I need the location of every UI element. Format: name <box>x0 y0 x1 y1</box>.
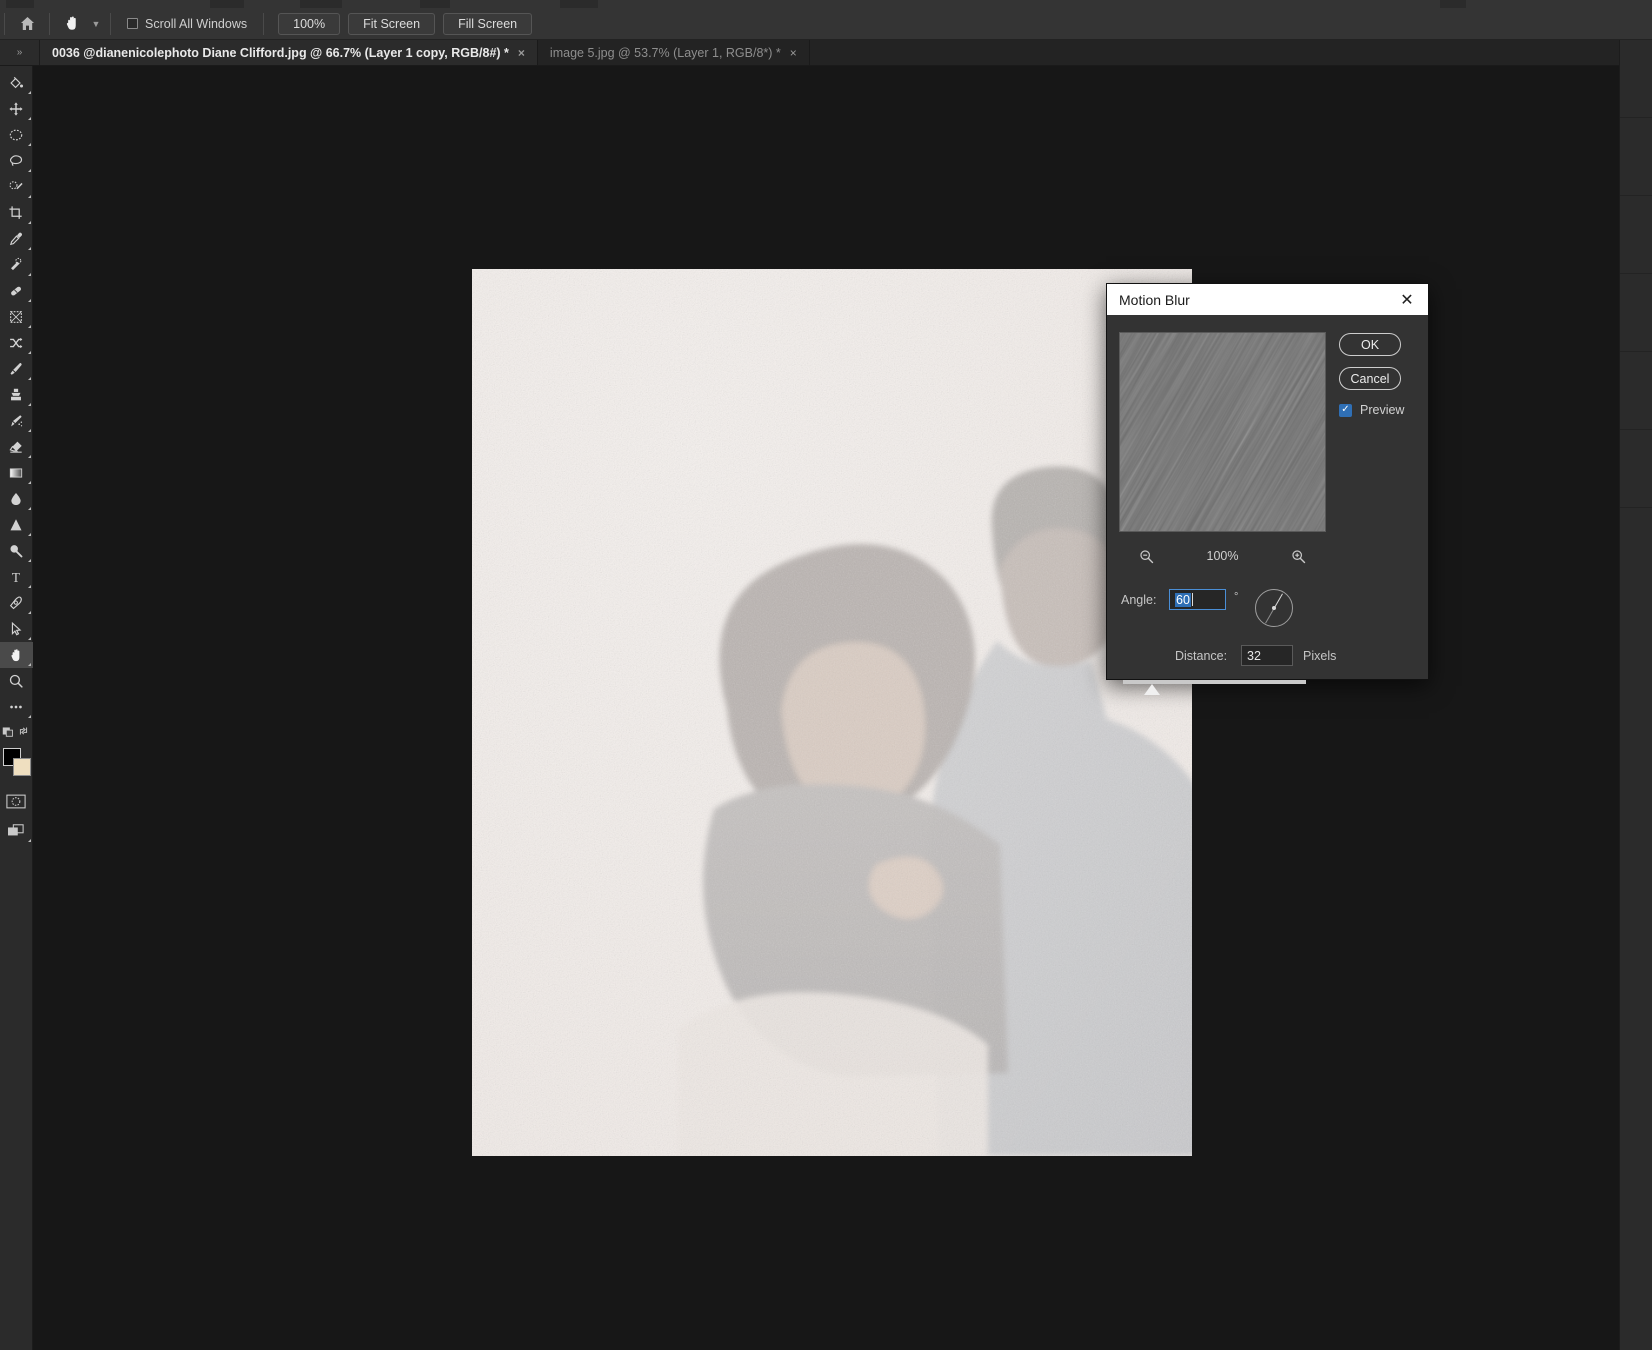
dialog-title-bar[interactable]: Motion Blur ✕ <box>1107 284 1428 315</box>
angle-dial-icon[interactable] <box>1255 589 1293 627</box>
preview-checkbox[interactable]: ✓ Preview <box>1339 403 1404 417</box>
angle-unit: ° <box>1234 591 1239 603</box>
tools-panel: T <box>0 66 33 1350</box>
document-tab-0-close-icon[interactable]: × <box>518 47 525 59</box>
preview-zoom-level: 100% <box>1206 549 1239 563</box>
spot-healing-brush-tool[interactable] <box>0 252 33 278</box>
patch-tool[interactable] <box>0 278 33 304</box>
ok-button[interactable]: OK <box>1339 333 1401 356</box>
angle-row: Angle: 60 ° <box>1117 587 1420 631</box>
eraser-tool[interactable] <box>0 434 33 460</box>
hand-tool[interactable] <box>0 642 33 668</box>
motion-blur-dialog: Motion Blur ✕ 100% Angle: 60 ° Distance:… <box>1106 283 1429 695</box>
document-tab-1-close-icon[interactable]: × <box>790 47 797 59</box>
fit-screen-button[interactable]: Fit Screen <box>348 12 436 35</box>
distance-slider[interactable] <box>1117 677 1420 699</box>
object-selection-tool[interactable] <box>0 174 33 200</box>
scroll-all-windows-checkbox[interactable]: Scroll All Windows <box>117 9 257 39</box>
shuffle-tool[interactable] <box>0 330 33 356</box>
document-tab-0-label: 0036 @dianenicolephoto Diane Clifford.jp… <box>52 45 509 60</box>
blur-preview-texture <box>1120 333 1325 531</box>
options-bar: ▼ Scroll All Windows 100% Fit Screen Fil… <box>0 8 1652 40</box>
menu-bar <box>0 0 1652 8</box>
distance-value: 32 <box>1247 648 1261 663</box>
eyedropper-tool[interactable] <box>0 226 33 252</box>
dodge-tool[interactable] <box>0 538 33 564</box>
document-tab-1[interactable]: image 5.jpg @ 53.7% (Layer 1, RGB/8*) * … <box>537 40 810 65</box>
default-colors-icon <box>2 727 13 737</box>
fill-screen-button[interactable]: Fill Screen <box>443 12 533 35</box>
photoshop-window: ▼ Scroll All Windows 100% Fit Screen Fil… <box>0 0 1652 1350</box>
document-tab-1-label: image 5.jpg @ 53.7% (Layer 1, RGB/8*) * <box>549 45 781 60</box>
blur-tool[interactable] <box>0 486 33 512</box>
zoom-out-icon[interactable] <box>1135 545 1157 567</box>
history-brush-tool[interactable] <box>0 408 33 434</box>
frame-tool[interactable] <box>0 304 33 330</box>
edit-toolbar-more-tool[interactable] <box>0 694 33 720</box>
distance-slider-thumb[interactable] <box>1143 684 1160 695</box>
clone-stamp-tool[interactable] <box>0 382 33 408</box>
lasso-tool[interactable] <box>0 148 33 174</box>
right-dock <box>1619 40 1652 1350</box>
close-icon[interactable]: ✕ <box>1386 284 1428 315</box>
type-tool[interactable]: T <box>0 564 33 590</box>
scroll-all-windows-box <box>127 18 138 29</box>
brush-tool[interactable] <box>0 356 33 382</box>
quick-mask-icon[interactable] <box>0 788 33 814</box>
document-tab-0[interactable]: 0036 @dianenicolephoto Diane Clifford.jp… <box>40 40 538 65</box>
zoom-tool[interactable] <box>0 668 33 694</box>
color-swatches <box>0 746 33 782</box>
distance-row: Distance: 32 Pixels <box>1117 645 1420 669</box>
expand-panels-icon[interactable]: » <box>0 40 40 65</box>
gradient-tool[interactable] <box>0 460 33 486</box>
preview-checkbox-label: Preview <box>1360 403 1405 417</box>
distance-input[interactable]: 32 <box>1241 645 1293 666</box>
preview-zoom-controls: 100% <box>1119 543 1326 569</box>
paint-bucket-tool[interactable] <box>0 70 33 96</box>
pen-tool[interactable] <box>0 590 33 616</box>
document-image[interactable] <box>472 269 1192 1156</box>
home-icon[interactable] <box>11 9 43 39</box>
background-color-swatch[interactable] <box>12 758 31 776</box>
dialog-body: 100% Angle: 60 ° Distance: 32 Pixels OK … <box>1107 315 1428 695</box>
distance-label: Distance: <box>1175 649 1228 663</box>
distance-unit: Pixels <box>1303 649 1337 663</box>
screen-mode-icon[interactable] <box>0 818 33 844</box>
cancel-button[interactable]: Cancel <box>1339 367 1401 390</box>
crop-tool[interactable] <box>0 200 33 226</box>
path-selection-tool[interactable] <box>0 616 33 642</box>
color-controls-row <box>0 720 33 742</box>
swap-colors-icon <box>19 727 28 735</box>
zoom-in-icon[interactable] <box>1288 545 1310 567</box>
hand-tool-icon[interactable] <box>56 9 88 39</box>
move-tool[interactable] <box>0 96 33 122</box>
scroll-all-windows-label: Scroll All Windows <box>145 16 248 31</box>
svg-text:T: T <box>12 570 20 585</box>
blur-preview[interactable] <box>1119 332 1326 532</box>
sharpen-tool[interactable] <box>0 512 33 538</box>
photo-content <box>472 269 1192 1156</box>
angle-label: Angle: <box>1121 593 1157 607</box>
tool-preset-chevron-down-icon[interactable]: ▼ <box>88 9 104 39</box>
preview-checkbox-box: ✓ <box>1339 403 1352 417</box>
angle-value: 60 <box>1175 592 1191 607</box>
zoom-100-button[interactable]: 100% <box>278 12 341 35</box>
dialog-title: Motion Blur <box>1119 291 1190 308</box>
angle-input[interactable]: 60 <box>1169 589 1226 610</box>
elliptical-marquee-tool[interactable] <box>0 122 33 148</box>
document-tab-bar: » 0036 @dianenicolephoto Diane Clifford.… <box>0 40 1652 66</box>
canvas-area[interactable] <box>33 66 1619 1350</box>
